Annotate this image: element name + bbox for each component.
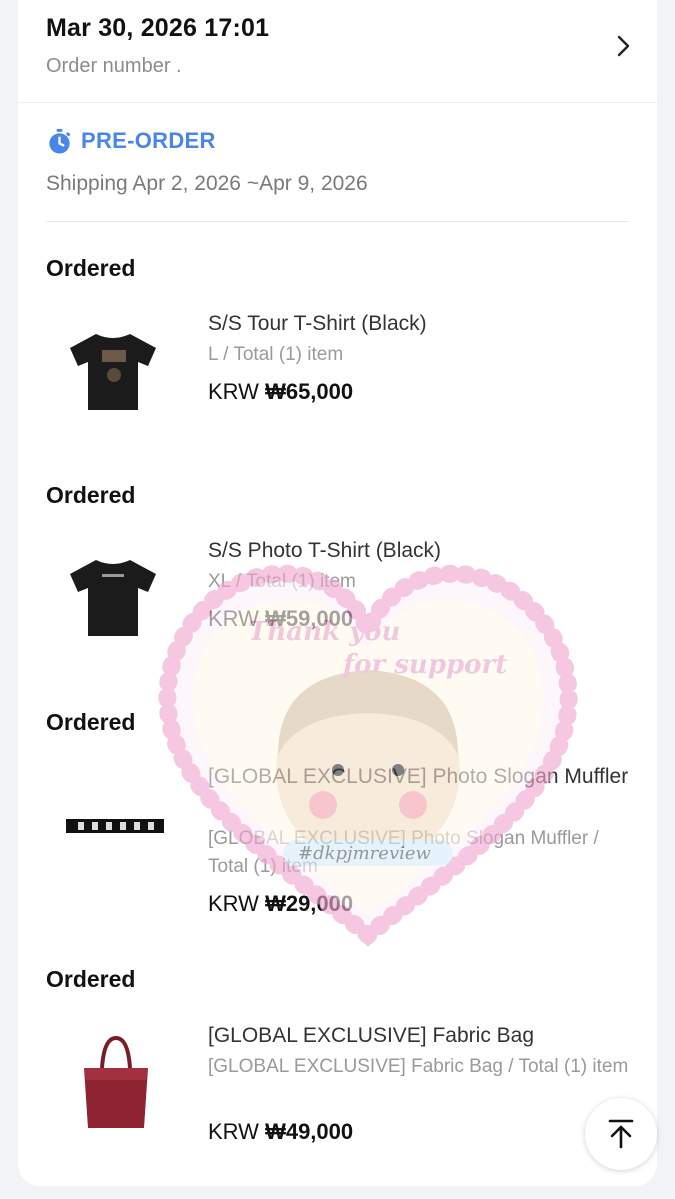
- scroll-top-button[interactable]: [585, 1098, 657, 1170]
- muffler-icon[interactable]: [66, 816, 164, 836]
- tshirt-icon[interactable]: [66, 330, 160, 414]
- tshirt-icon[interactable]: [66, 556, 160, 640]
- item-status: Ordered: [46, 482, 136, 508]
- price-amount: ₩29,000: [265, 891, 354, 916]
- tote-bag-icon[interactable]: [78, 1034, 154, 1132]
- shipping-dates: Shipping Apr 2, 2026 ~Apr 9, 2026: [46, 172, 368, 195]
- arrow-to-top-icon: [608, 1119, 634, 1149]
- item-name[interactable]: [GLOBAL EXCLUSIVE] Photo Slogan Muffler: [208, 762, 638, 792]
- item-option: L / Total (1) item: [208, 344, 344, 365]
- item-option: [GLOBAL EXCLUSIVE] Fabric Bag / Total (1…: [208, 1056, 629, 1077]
- item-name[interactable]: S/S Tour T-Shirt (Black): [208, 309, 638, 339]
- item-status: Ordered: [46, 966, 136, 992]
- price-amount: ₩49,000: [265, 1119, 354, 1144]
- order-date: Mar 30, 2026 17:01: [46, 14, 270, 42]
- order-number-label: Order number .: [46, 55, 182, 77]
- item-option: XL / Total (1) item: [208, 571, 356, 592]
- chevron-right-icon[interactable]: [612, 34, 634, 58]
- price-amount: ₩65,000: [265, 379, 354, 404]
- price-amount: ₩59,000: [265, 606, 354, 631]
- item-price: KRW ₩59,000: [208, 606, 353, 632]
- item-status: Ordered: [46, 709, 136, 735]
- stopwatch-icon: [49, 128, 71, 154]
- header-divider: [18, 102, 657, 103]
- currency-label: KRW: [208, 606, 259, 631]
- item-price: KRW ₩65,000: [208, 379, 353, 405]
- currency-label: KRW: [208, 1119, 259, 1144]
- preorder-row: PRE-ORDER: [46, 126, 216, 156]
- item-name[interactable]: S/S Photo T-Shirt (Black): [208, 536, 638, 566]
- item-option: [GLOBAL EXCLUSIVE] Photo Slogan Muffler …: [208, 828, 599, 877]
- item-name[interactable]: [GLOBAL EXCLUSIVE] Fabric Bag: [208, 1021, 638, 1051]
- currency-label: KRW: [208, 379, 259, 404]
- item-price: KRW ₩49,000: [208, 1119, 353, 1145]
- preorder-label: PRE-ORDER: [81, 128, 216, 153]
- item-status: Ordered: [46, 255, 136, 281]
- section-divider: [46, 221, 629, 222]
- order-card: Mar 30, 2026 17:01 Order number . PRE-OR…: [18, 0, 657, 1186]
- currency-label: KRW: [208, 891, 259, 916]
- item-price: KRW ₩29,000: [208, 891, 353, 917]
